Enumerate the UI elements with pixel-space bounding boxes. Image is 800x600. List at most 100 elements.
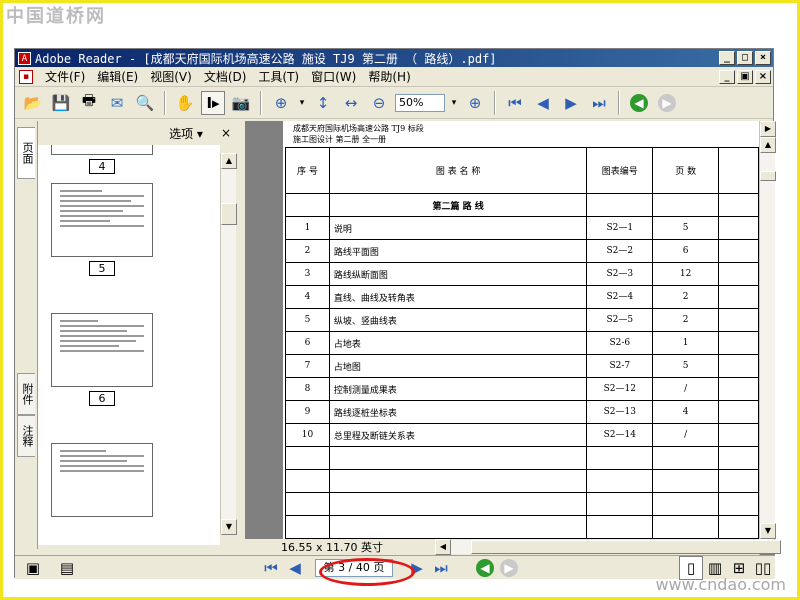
page-header-line-2: 施工图设计 第二册 全一册 xyxy=(293,135,387,144)
status-first-page-icon[interactable]: ⏮ xyxy=(259,556,283,580)
email-icon[interactable]: ✉ xyxy=(105,91,129,115)
print-icon[interactable]: 🖶 xyxy=(77,91,101,115)
section-title: 第二篇 路 线 xyxy=(328,193,588,217)
column-header: 序 号 xyxy=(285,147,330,194)
horizontal-scrollbar-row: 16.55 x 11.70 英寸 ◀ ▶ xyxy=(245,539,781,555)
thumbnail-page-4[interactable]: 4 xyxy=(50,145,154,174)
zoom-dropdown-icon[interactable]: ▾ xyxy=(297,98,307,108)
column-header: 页 数 xyxy=(652,147,720,194)
hand-icon[interactable]: ✋ xyxy=(173,91,197,115)
table-row: 6 占地表 S2-6 1 xyxy=(285,331,759,355)
menu-edit[interactable]: 编辑(E) xyxy=(91,68,144,85)
search-icon[interactable]: 🔍 xyxy=(133,91,157,115)
doc-scroll-up-icon[interactable]: ▶ xyxy=(760,121,776,137)
thumbnail-page-6[interactable]: 6 xyxy=(50,313,154,406)
fit-width-icon[interactable]: ↔ xyxy=(339,91,363,115)
thumbnail-page-5[interactable]: 5 xyxy=(50,183,154,276)
select-text-icon[interactable]: I▸ xyxy=(201,90,225,115)
first-page-icon[interactable]: ⏮ xyxy=(503,91,527,115)
document-scrollbar[interactable]: ▶ ▲ ▼ xyxy=(759,121,776,539)
contents-table: 序 号 图 表 名 称 图表编号 页 数 第二篇 路 线 1 说明 S2—1 5 2路… xyxy=(285,147,759,539)
doc-close-button[interactable]: × xyxy=(755,69,771,84)
table-row xyxy=(285,515,759,539)
status-forward-icon[interactable]: ▶ xyxy=(497,556,521,580)
close-panel-icon[interactable]: × xyxy=(221,126,231,140)
scroll-down-icon[interactable]: ▼ xyxy=(221,519,237,535)
actual-size-icon[interactable]: ↕ xyxy=(311,91,335,115)
zoom-out-icon[interactable]: ⊖ xyxy=(367,91,391,115)
scroll-left-icon[interactable]: ◀ xyxy=(435,539,451,555)
menu-help[interactable]: 帮助(H) xyxy=(362,68,416,85)
page-header-line-1: 成都天府国际机场高速公路 TJ9 标段 xyxy=(293,124,424,133)
reader-window: A Adobe Reader - [成都天府国际机场高速公路 施设 TJ9 第二… xyxy=(14,48,781,586)
adobe-reader-icon: A xyxy=(18,51,31,65)
thumbnail-label: 4 xyxy=(89,159,115,174)
navigation-tabs: 页面 附件 注释 xyxy=(15,121,37,549)
save-icon[interactable]: 💾 xyxy=(49,91,73,115)
table-row: 3 路线纵断面图 S2—3 12 xyxy=(285,262,759,286)
table-header-row: 序 号 图 表 名 称 图表编号 页 数 xyxy=(285,147,759,194)
doc-scroll-down-icon[interactable]: ▼ xyxy=(760,523,776,539)
table-row xyxy=(285,446,759,470)
menu-file[interactable]: 文件(F) xyxy=(39,68,91,85)
thumbnail-scrollbar[interactable]: ▲ ▼ xyxy=(220,153,237,535)
menu-view[interactable]: 视图(V) xyxy=(144,68,198,85)
zoom-plus-icon[interactable]: ⊕ xyxy=(463,91,487,115)
maximize-button[interactable]: □ xyxy=(737,51,753,65)
scroll-up-icon[interactable]: ▲ xyxy=(221,153,237,169)
doc-scrollbar-thumb[interactable] xyxy=(760,171,776,181)
status-prev-page-icon[interactable]: ◀ xyxy=(283,556,307,580)
pdf-page: 成都天府国际机场高速公路 TJ9 标段 施工图设计 第二册 全一册 序 号 图 … xyxy=(283,121,759,539)
close-button[interactable]: × xyxy=(755,51,771,65)
site-watermark-bottom: www.cndao.com xyxy=(655,575,786,594)
zoom-level-dropdown-icon[interactable]: ▾ xyxy=(449,98,459,108)
table-row: 2 路线平面图 S2—2 6 xyxy=(285,239,759,263)
column-header: 图 表 名 称 xyxy=(328,147,588,194)
window-title: Adobe Reader - [成都天府国际机场高速公路 施设 TJ9 第二册 … xyxy=(35,51,497,66)
menu-window[interactable]: 窗口(W) xyxy=(305,68,362,85)
forward-icon[interactable]: ▶ xyxy=(655,91,679,115)
hscrollbar-thumb[interactable] xyxy=(471,540,781,554)
table-row: 10 总里程及断链关系表 S2—14/ xyxy=(285,423,759,447)
highlight-annotation xyxy=(319,558,415,586)
options-menu[interactable]: 选项 ▾ xyxy=(169,125,203,142)
doc-restore-button[interactable]: ▣ xyxy=(737,69,753,84)
tab-attachments[interactable]: 附件 xyxy=(17,373,35,415)
zoom-in-icon[interactable]: ⊕ xyxy=(269,91,293,115)
single-page-view-icon[interactable]: ▣ xyxy=(21,556,45,580)
table-row: 7 占地图 S2-7 5 xyxy=(285,354,759,378)
menu-bar: ▪ 文件(F) 编辑(E) 视图(V) 文档(D) 工具(T) 窗口(W) 帮助… xyxy=(15,67,773,87)
tab-pages[interactable]: 页面 xyxy=(17,127,35,179)
page-size-label: 16.55 x 11.70 英寸 xyxy=(281,541,383,554)
prev-page-icon[interactable]: ◀ xyxy=(531,91,555,115)
table-row xyxy=(285,492,759,516)
tab-comments[interactable]: 注释 xyxy=(17,415,35,457)
back-icon[interactable]: ◀ xyxy=(627,91,651,115)
table-row: 5 纵坡、竖曲线表 S2—5 2 xyxy=(285,308,759,332)
last-page-icon[interactable]: ⏭ xyxy=(587,91,611,115)
zoom-input[interactable]: 50% xyxy=(395,93,445,112)
thumbnail-list[interactable]: 4 5 6 xyxy=(38,145,220,545)
title-bar[interactable]: A Adobe Reader - [成都天府国际机场高速公路 施设 TJ9 第二… xyxy=(15,49,773,67)
doc-minimize-button[interactable]: _ xyxy=(719,69,735,84)
thumbnail-page-7[interactable] xyxy=(50,443,154,517)
minimize-button[interactable]: _ xyxy=(719,51,735,65)
status-last-page-icon[interactable]: ⏭ xyxy=(429,556,453,580)
next-page-icon[interactable]: ▶ xyxy=(559,91,583,115)
menu-tools[interactable]: 工具(T) xyxy=(252,68,305,85)
scrollbar-thumb[interactable] xyxy=(221,203,237,225)
open-icon[interactable]: 📂 xyxy=(21,91,45,115)
page-header: 成都天府国际机场高速公路 TJ9 标段 施工图设计 第二册 全一册 xyxy=(293,123,424,145)
status-back-icon[interactable]: ◀ xyxy=(473,556,497,580)
document-view[interactable]: 成都天府国际机场高速公路 TJ9 标段 施工图设计 第二册 全一册 序 号 图 … xyxy=(245,121,759,539)
table-row: 8 控制测量成果表 S2—12/ xyxy=(285,377,759,401)
menu-document[interactable]: 文档(D) xyxy=(198,68,253,85)
page-layout-icon[interactable]: ▤ xyxy=(55,556,79,580)
snapshot-icon[interactable]: 📷 xyxy=(229,91,253,115)
column-header: 图表编号 xyxy=(586,147,654,194)
toolbar: 📂 💾 🖶 ✉ 🔍 ✋ I▸ 📷 ⊕ ▾ ↕ ↔ ⊖ 50% ▾ ⊕ ⏮ ◀ ▶… xyxy=(15,87,773,119)
thumbnail-label: 5 xyxy=(89,261,115,276)
document-icon[interactable]: ▪ xyxy=(19,69,33,84)
doc-scroll-up-icon[interactable]: ▲ xyxy=(760,137,776,153)
table-row: 9 路线逐桩坐标表 S2—13 4 xyxy=(285,400,759,424)
